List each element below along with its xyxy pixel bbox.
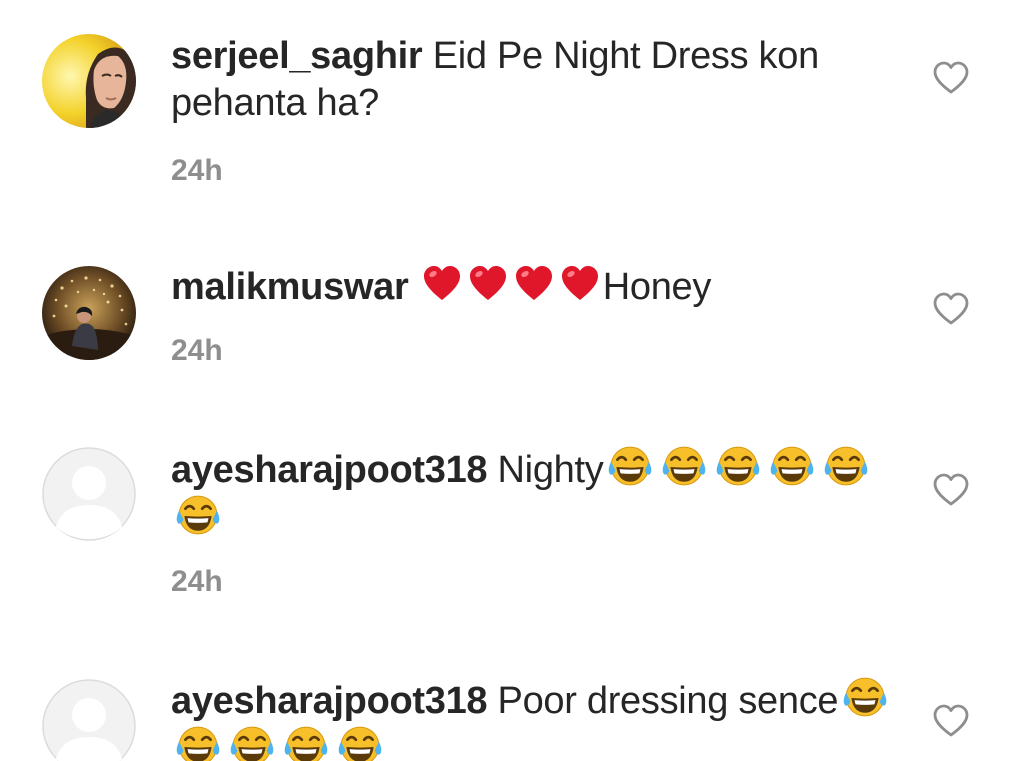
avatar[interactable]	[42, 34, 136, 128]
tears-of-joy-emoji	[661, 445, 708, 487]
comment-list: serjeel_saghir Eid Pe Night Dress kon pe…	[0, 0, 1024, 761]
red-heart-emoji	[515, 266, 552, 300]
photo-person-icon	[42, 34, 136, 128]
comment-timestamp[interactable]: 24h	[171, 334, 223, 368]
comment-text: malikmuswar Honey	[171, 264, 901, 311]
comment-body: Nighty	[497, 449, 604, 491]
comment-body: Poor dressing sence	[497, 680, 839, 722]
avatar[interactable]	[42, 266, 136, 360]
comment-emoji-group	[419, 266, 603, 308]
tears-of-joy-emoji	[823, 445, 870, 487]
tears-of-joy-emoji	[229, 725, 275, 761]
red-heart-emoji	[423, 266, 460, 300]
tears-of-joy-emoji	[607, 445, 654, 487]
comment-body: Honey	[602, 266, 712, 308]
tears-of-joy-emoji	[842, 676, 889, 718]
tears-of-joy-emoji	[175, 494, 221, 536]
default-user-icon[interactable]	[42, 679, 136, 761]
comment-username[interactable]: malikmuswar	[171, 266, 409, 308]
comment-username[interactable]: ayesharajpoot318	[171, 449, 488, 491]
comment-text: ayesharajpoot318 Poor dressing sence	[171, 676, 901, 761]
heart-outline-icon[interactable]	[932, 291, 970, 327]
comment-timestamp[interactable]: 24h	[171, 154, 223, 188]
heart-outline-icon[interactable]	[932, 472, 970, 508]
tears-of-joy-emoji	[715, 445, 762, 487]
comment-timestamp[interactable]: 24h	[171, 565, 223, 599]
comment-text: serjeel_saghir Eid Pe Night Dress kon pe…	[171, 33, 901, 127]
photo-night-lights-icon	[42, 266, 136, 360]
default-user-icon[interactable]	[42, 447, 136, 541]
heart-outline-icon[interactable]	[932, 60, 970, 96]
red-heart-emoji	[561, 266, 598, 300]
comment-username[interactable]: ayesharajpoot318	[171, 680, 488, 722]
heart-outline-icon[interactable]	[932, 703, 970, 739]
tears-of-joy-emoji	[283, 725, 329, 761]
tears-of-joy-emoji	[175, 725, 221, 761]
comment-username[interactable]: serjeel_saghir	[171, 35, 423, 77]
tears-of-joy-emoji	[769, 445, 816, 487]
tears-of-joy-emoji	[337, 725, 383, 761]
red-heart-emoji	[469, 266, 506, 300]
comment-text: ayesharajpoot318 Nighty	[171, 445, 901, 543]
